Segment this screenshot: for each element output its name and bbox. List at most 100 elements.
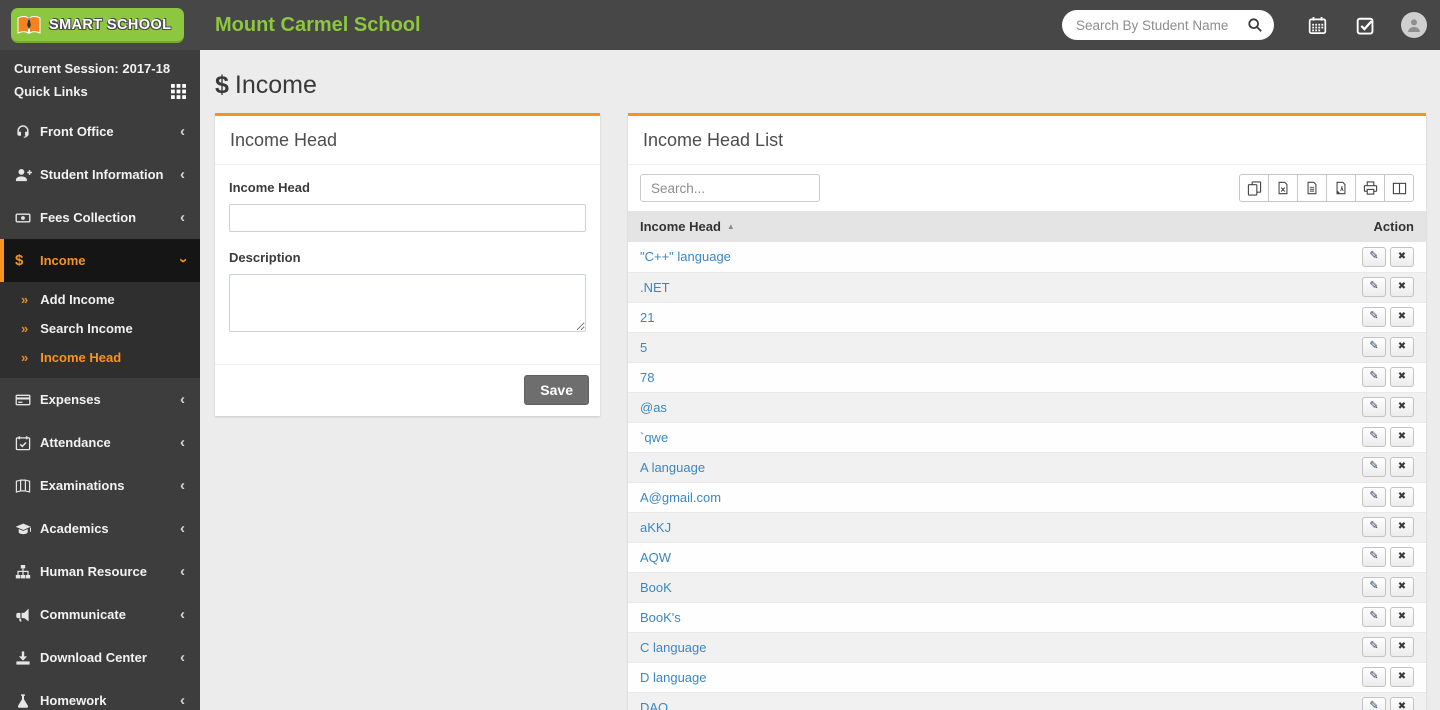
sidebar-item-student-information[interactable]: Student Information ‹ — [0, 153, 200, 196]
print-button[interactable] — [1355, 174, 1385, 202]
export-button-group — [1239, 174, 1414, 202]
edit-button[interactable]: ✎ — [1362, 636, 1386, 657]
sidebar-item-examinations[interactable]: Examinations ‹ — [0, 464, 200, 507]
chevron-left-icon: ‹ — [180, 563, 185, 580]
submenu-item-label: Income Head — [40, 350, 122, 365]
delete-button[interactable]: ✖ — [1390, 307, 1414, 328]
chevron-left-icon: ‹ — [180, 166, 185, 183]
delete-button[interactable]: ✖ — [1390, 367, 1414, 388]
page-title-text: Income — [234, 71, 317, 99]
pencil-icon: ✎ — [1369, 370, 1379, 383]
save-button[interactable]: Save — [524, 375, 589, 405]
edit-button[interactable]: ✎ — [1362, 456, 1386, 477]
printer-icon — [1363, 180, 1378, 196]
sidebar: Current Session: 2017-18 Quick Links Fro… — [0, 50, 200, 710]
pdf-export-button[interactable] — [1326, 174, 1356, 202]
submenu-item-income-head[interactable]: » Income Head — [0, 343, 200, 372]
delete-button[interactable]: ✖ — [1390, 577, 1414, 598]
delete-button[interactable]: ✖ — [1390, 637, 1414, 658]
income-head-name: A@gmail.com — [628, 482, 1105, 513]
calendar-icon[interactable] — [1308, 16, 1327, 35]
pencil-icon: ✎ — [1369, 310, 1379, 323]
sidebar-item-communicate[interactable]: Communicate ‹ — [0, 593, 200, 636]
income-head-name: 5 — [628, 332, 1105, 363]
search-icon[interactable] — [1247, 17, 1263, 33]
delete-button[interactable]: ✖ — [1390, 667, 1414, 688]
copy-button[interactable] — [1239, 174, 1269, 202]
income-head-input[interactable] — [229, 204, 586, 232]
pencil-icon: ✎ — [1369, 280, 1379, 293]
delete-button[interactable]: ✖ — [1390, 247, 1414, 267]
user-avatar[interactable] — [1401, 12, 1427, 38]
table-row: D language ✎ ✖ — [628, 662, 1426, 693]
sidebar-item-human-resource[interactable]: Human Resource ‹ — [0, 550, 200, 593]
table-row: 5 ✎ ✖ — [628, 332, 1426, 363]
tasks-check-icon[interactable] — [1356, 16, 1375, 35]
delete-button[interactable]: ✖ — [1390, 457, 1414, 478]
edit-button[interactable]: ✎ — [1362, 696, 1386, 710]
edit-button[interactable]: ✎ — [1362, 246, 1386, 267]
chevron-left-icon: ‹ — [180, 649, 185, 666]
column-header-income-head[interactable]: Income Head ▲ — [628, 211, 1105, 242]
delete-button[interactable]: ✖ — [1390, 697, 1414, 710]
sidebar-item-front-office[interactable]: Front Office ‹ — [0, 110, 200, 153]
student-search-input[interactable] — [1076, 17, 1247, 33]
edit-button[interactable]: ✎ — [1362, 606, 1386, 627]
edit-button[interactable]: ✎ — [1362, 546, 1386, 567]
income-head-name: DAO — [628, 692, 1105, 710]
table-row: "C++" language ✎ ✖ — [628, 242, 1426, 273]
book-pen-logo-icon — [16, 14, 42, 36]
sidebar-item-homework[interactable]: Homework ‹ — [0, 679, 200, 710]
edit-button[interactable]: ✎ — [1362, 366, 1386, 387]
edit-button[interactable]: ✎ — [1362, 486, 1386, 507]
pencil-icon: ✎ — [1369, 670, 1379, 683]
submenu-item-search-income[interactable]: » Search Income — [0, 314, 200, 343]
income-head-form-card: Income Head Income Head Description Save — [215, 113, 600, 416]
edit-button[interactable]: ✎ — [1362, 336, 1386, 357]
sidebar-item-download-center[interactable]: Download Center ‹ — [0, 636, 200, 679]
sidebar-item-academics[interactable]: Academics ‹ — [0, 507, 200, 550]
edit-button[interactable]: ✎ — [1362, 276, 1386, 297]
x-icon: ✖ — [1397, 521, 1407, 533]
edit-button[interactable]: ✎ — [1362, 516, 1386, 537]
sidebar-item-expenses[interactable]: Expenses ‹ — [0, 378, 200, 421]
edit-button[interactable]: ✎ — [1362, 426, 1386, 447]
delete-button[interactable]: ✖ — [1390, 277, 1414, 298]
file-pdf-icon — [1334, 180, 1348, 196]
column-visibility-button[interactable] — [1384, 174, 1414, 202]
headset-icon — [15, 124, 40, 140]
quick-links[interactable]: Quick Links — [0, 76, 200, 110]
school-name: Mount Carmel School — [215, 13, 421, 36]
edit-button[interactable]: ✎ — [1362, 306, 1386, 327]
table-row: A language ✎ ✖ — [628, 452, 1426, 483]
x-icon: ✖ — [1397, 251, 1407, 262]
delete-button[interactable]: ✖ — [1390, 607, 1414, 628]
sidebar-item-income[interactable]: $ Income ‹ — [0, 239, 200, 282]
delete-button[interactable]: ✖ — [1390, 397, 1414, 418]
csv-export-button[interactable] — [1297, 174, 1327, 202]
excel-export-button[interactable] — [1268, 174, 1298, 202]
calendar-check-icon — [15, 435, 40, 451]
sitemap-icon — [15, 564, 40, 580]
bullhorn-icon — [15, 607, 40, 623]
edit-button[interactable]: ✎ — [1362, 396, 1386, 417]
table-row: DAO ✎ ✖ — [628, 692, 1426, 710]
table-header-row: Income Head ▲ Action — [628, 211, 1426, 242]
smart-school-logo[interactable]: SMART SCHOOL — [11, 7, 185, 43]
pencil-icon: ✎ — [1369, 640, 1379, 653]
income-head-name: .NET — [628, 272, 1105, 303]
delete-button[interactable]: ✖ — [1390, 487, 1414, 508]
sidebar-item-fees-collection[interactable]: Fees Collection ‹ — [0, 196, 200, 239]
edit-button[interactable]: ✎ — [1362, 576, 1386, 597]
delete-button[interactable]: ✖ — [1390, 547, 1414, 568]
list-search-input[interactable] — [640, 174, 820, 202]
submenu-item-add-income[interactable]: » Add Income — [0, 285, 200, 314]
description-textarea[interactable] — [229, 274, 586, 332]
edit-button[interactable]: ✎ — [1362, 666, 1386, 687]
table-row: AQW ✎ ✖ — [628, 542, 1426, 573]
sidebar-item-attendance[interactable]: Attendance ‹ — [0, 421, 200, 464]
delete-button[interactable]: ✖ — [1390, 517, 1414, 538]
income-head-name: `qwe — [628, 422, 1105, 453]
delete-button[interactable]: ✖ — [1390, 427, 1414, 448]
delete-button[interactable]: ✖ — [1390, 337, 1414, 358]
